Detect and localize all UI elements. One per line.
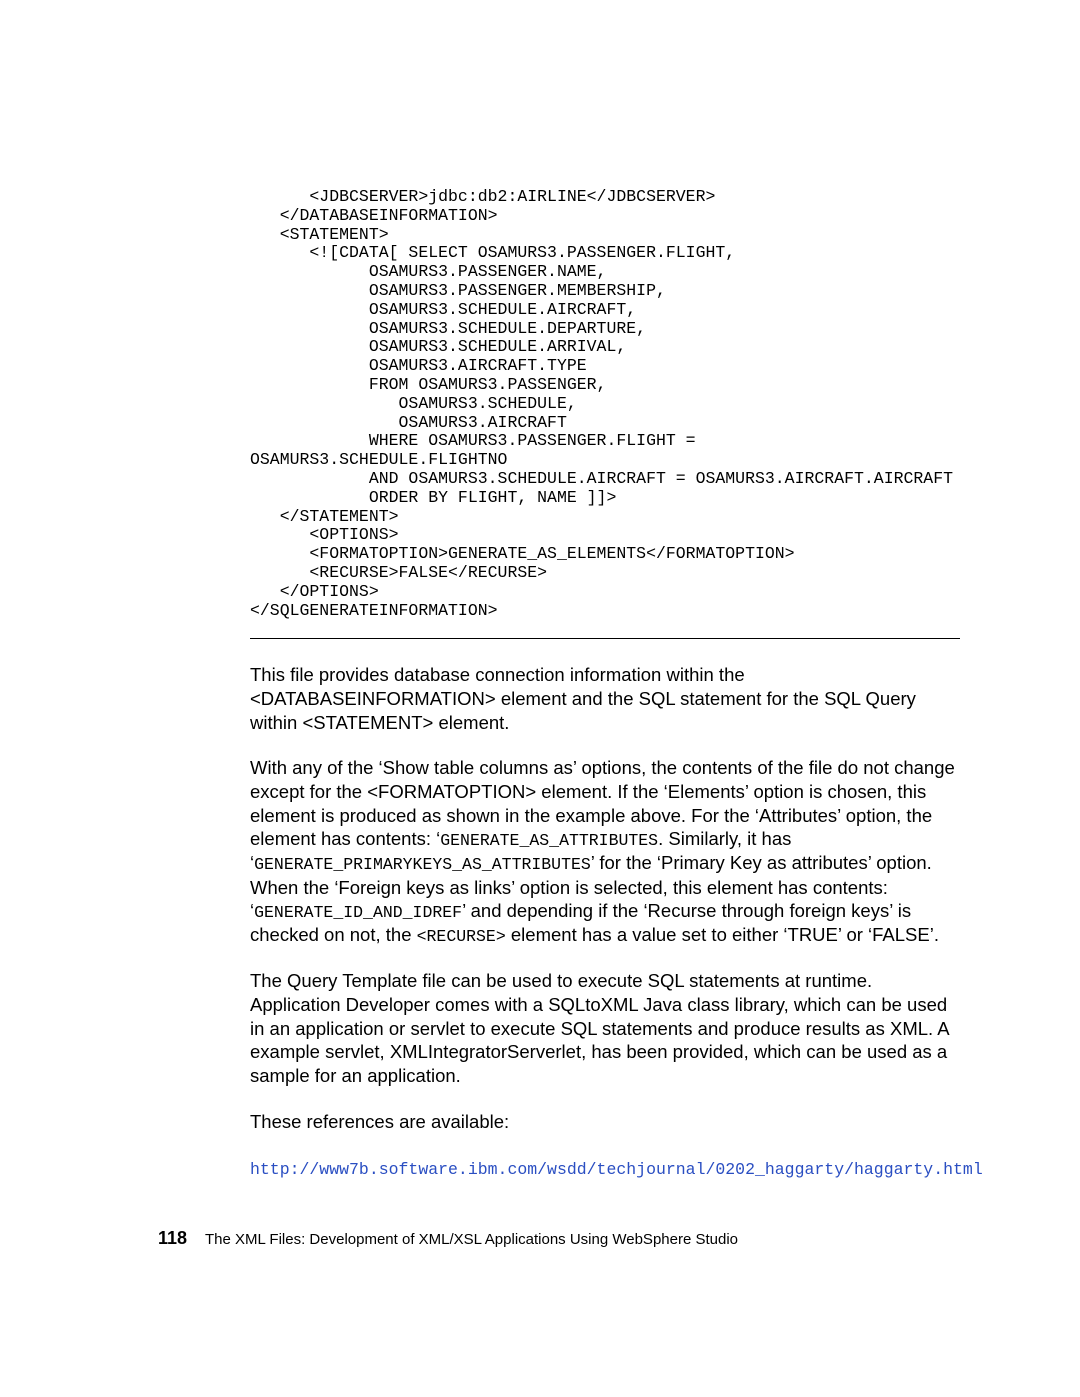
para2-mono-2: GENERATE_PRIMARYKEYS_AS_ATTRIBUTES <box>254 855 591 874</box>
para2-mono-1: GENERATE_AS_ATTRIBUTES <box>440 831 658 850</box>
page-footer: 118 The XML Files: Development of XML/XS… <box>158 1228 738 1249</box>
code-block: <JDBCSERVER>jdbc:db2:AIRLINE</JDBCSERVER… <box>250 188 960 620</box>
document-page: <JDBCSERVER>jdbc:db2:AIRLINE</JDBCSERVER… <box>0 0 1080 1397</box>
reference-link[interactable]: http://www7b.software.ibm.com/wsdd/techj… <box>250 1158 983 1181</box>
footer-title: The XML Files: Development of XML/XSL Ap… <box>205 1231 738 1248</box>
paragraph-3: The Query Template file can be used to e… <box>250 969 960 1087</box>
para2-mono-4: <RECURSE> <box>417 927 506 946</box>
paragraph-4: These references are available: <box>250 1110 960 1134</box>
page-number: 118 <box>158 1228 187 1248</box>
para2-text-5: element has a value set to either ‘TRUE’… <box>506 924 939 945</box>
paragraph-1: This file provides database connection i… <box>250 663 960 734</box>
body-text: This file provides database connection i… <box>250 663 960 1180</box>
horizontal-rule <box>250 638 960 639</box>
para2-mono-3: GENERATE_ID_AND_IDREF <box>254 903 462 922</box>
paragraph-2: With any of the ‘Show table columns as’ … <box>250 756 960 947</box>
